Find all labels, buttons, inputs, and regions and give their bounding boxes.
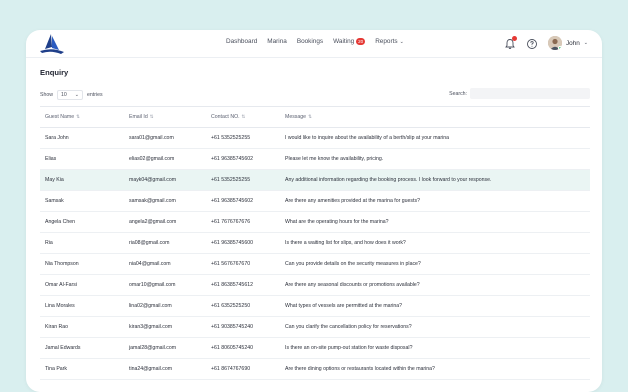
sort-icon: ⇅ bbox=[149, 114, 154, 119]
chevron-down-icon: ⌄ bbox=[399, 38, 404, 45]
guest-name-cell: Angela Chen bbox=[40, 211, 124, 233]
contact-cell: +61 5676767670 bbox=[206, 253, 280, 275]
table-row[interactable]: Omar Al-Farsi omar10@gmail.com +61 86385… bbox=[40, 274, 590, 296]
table-row[interactable]: Samsak samsak@gmail.com +61 96385745602 … bbox=[40, 190, 590, 212]
message-cell: Are there any amenities provided at the … bbox=[280, 190, 590, 212]
app-window: Dashboard Marina Bookings Waiting 20 Rep… bbox=[26, 30, 602, 392]
chevron-down-icon: ⌄ bbox=[583, 40, 588, 46]
contact-cell: +61 6352525250 bbox=[206, 295, 280, 317]
contact-cell: +61 96385745602 bbox=[206, 148, 280, 170]
help-icon bbox=[526, 39, 537, 49]
email-cell: samsak@gmail.com bbox=[124, 190, 206, 212]
table-row[interactable]: Nia Thompson nia04@gmail.com +61 5676767… bbox=[40, 253, 590, 275]
top-navbar: Dashboard Marina Bookings Waiting 20 Rep… bbox=[26, 30, 602, 58]
contact-cell: +61 5352525255 bbox=[206, 127, 280, 149]
message-cell: What types of vessels are permitted at t… bbox=[280, 295, 590, 317]
search-label: Search: bbox=[449, 90, 467, 97]
message-cell: Please let me know the availability, pri… bbox=[280, 148, 590, 170]
email-cell: angela2@gmail.com bbox=[124, 211, 206, 233]
enquiry-table: Guest Name ⇅ Email Id ⇅ Contact NO. ⇅ Messa… bbox=[40, 106, 590, 380]
email-cell: lina02@gmail.com bbox=[124, 295, 206, 317]
column-header-guest-name[interactable]: Guest Name ⇅ bbox=[40, 106, 124, 128]
entries-control: Show 10 ⌄ entries bbox=[40, 90, 103, 100]
guest-name-cell: Omar Al-Farsi bbox=[40, 274, 124, 296]
search-control: Search: bbox=[449, 88, 590, 99]
online-status-dot bbox=[557, 46, 562, 50]
notification-dot bbox=[511, 36, 517, 41]
nav-dashboard[interactable]: Dashboard bbox=[226, 38, 257, 45]
table-row[interactable]: Ria ria08@gmail.com +61 96385745600 Is t… bbox=[40, 232, 590, 254]
table-row-highlighted[interactable]: May Kia mayk04@gmail.com +61 5352525255 … bbox=[40, 169, 590, 191]
table-row[interactable]: Elias elias02@gmail.com +61 96385745602 … bbox=[40, 148, 590, 170]
table-row[interactable]: Angela Chen angela2@gmail.com +61 767676… bbox=[40, 211, 590, 233]
message-cell: Is there a waiting list for slips, and h… bbox=[280, 232, 590, 254]
contact-cell: +61 8674767690 bbox=[206, 358, 280, 380]
guest-name-cell: Ria bbox=[40, 232, 124, 254]
contact-cell: +61 86385745612 bbox=[206, 274, 280, 296]
nav-waiting[interactable]: Waiting 20 bbox=[333, 38, 366, 45]
guest-name-cell: Sara John bbox=[40, 127, 124, 149]
email-cell: nia04@gmail.com bbox=[124, 253, 206, 275]
contact-cell: +61 7676767676 bbox=[206, 211, 280, 233]
page-title: Enquiry bbox=[40, 68, 69, 77]
email-cell: ria08@gmail.com bbox=[124, 232, 206, 254]
table-row[interactable]: Tina Park tina24@gmail.com +61 867476769… bbox=[40, 358, 590, 380]
guest-name-cell: Tina Park bbox=[40, 358, 124, 380]
sailboat-logo-icon[interactable] bbox=[39, 33, 65, 55]
email-cell: omar10@gmail.com bbox=[124, 274, 206, 296]
table-row[interactable]: Lina Morales lina02@gmail.com +61 635252… bbox=[40, 295, 590, 317]
message-cell: Can you provide details on the security … bbox=[280, 253, 590, 275]
waiting-count-badge: 20 bbox=[356, 38, 366, 45]
table-row[interactable]: Jamal Edwards jamal28@gmail.com +61 8060… bbox=[40, 337, 590, 359]
guest-name-cell: Lina Morales bbox=[40, 295, 124, 317]
table-header-row: Guest Name ⇅ Email Id ⇅ Contact NO. ⇅ Messa… bbox=[40, 106, 590, 128]
main-nav: Dashboard Marina Bookings Waiting 20 Rep… bbox=[226, 38, 404, 45]
nav-bookings[interactable]: Bookings bbox=[297, 38, 323, 45]
guest-name-cell: Elias bbox=[40, 148, 124, 170]
notifications-button[interactable] bbox=[504, 36, 517, 49]
nav-marina[interactable]: Marina bbox=[267, 38, 287, 45]
sort-icon: ⇅ bbox=[308, 114, 312, 119]
column-header-message[interactable]: Message ⇅ bbox=[280, 106, 590, 128]
message-cell: Is there an on-site pump-out station for… bbox=[280, 337, 590, 359]
table-row[interactable]: Sara John sara01@gmail.com +61 535252525… bbox=[40, 127, 590, 149]
guest-name-cell: Nia Thompson bbox=[40, 253, 124, 275]
email-cell: elias02@gmail.com bbox=[124, 148, 206, 170]
email-cell: jamal28@gmail.com bbox=[124, 337, 206, 359]
contact-cell: +61 96385745600 bbox=[206, 232, 280, 254]
contact-cell: +61 90385745240 bbox=[206, 316, 280, 338]
table-controls: Show 10 ⌄ entries Search: bbox=[40, 88, 590, 102]
message-cell: I would like to inquire about the availa… bbox=[280, 127, 590, 149]
message-cell: What are the operating hours for the mar… bbox=[280, 211, 590, 233]
help-button[interactable] bbox=[526, 37, 538, 49]
email-cell: tina24@gmail.com bbox=[124, 358, 206, 380]
user-menu[interactable]: John ⌄ bbox=[547, 36, 588, 50]
message-cell: Are there any seasonal discounts or prom… bbox=[280, 274, 590, 296]
chevron-down-icon: ⌄ bbox=[74, 92, 79, 98]
contact-cell: +61 96385745602 bbox=[206, 190, 280, 212]
avatar bbox=[547, 36, 562, 50]
guest-name-cell: Kiran Rao bbox=[40, 316, 124, 338]
user-name: John bbox=[565, 39, 580, 47]
header-actions: John ⌄ bbox=[504, 36, 588, 50]
table-row[interactable]: Kiran Rao kiran3@gmail.com +61 903857452… bbox=[40, 316, 590, 338]
contact-cell: +61 80605745240 bbox=[206, 337, 280, 359]
search-input[interactable] bbox=[470, 88, 590, 99]
message-cell: Are there dining options or restaurants … bbox=[280, 358, 590, 380]
guest-name-cell: Samsak bbox=[40, 190, 124, 212]
column-header-contact[interactable]: Contact NO. ⇅ bbox=[206, 106, 280, 128]
sort-icon: ⇅ bbox=[241, 114, 246, 119]
nav-reports[interactable]: Reports ⌄ bbox=[375, 38, 404, 45]
email-cell: kiran3@gmail.com bbox=[124, 316, 206, 338]
email-cell: sara01@gmail.com bbox=[124, 127, 206, 149]
entries-select[interactable]: 10 ⌄ bbox=[56, 90, 83, 100]
guest-name-cell: Jamal Edwards bbox=[40, 337, 124, 359]
sort-icon: ⇅ bbox=[76, 114, 80, 119]
email-cell: mayk04@gmail.com bbox=[124, 169, 206, 191]
column-header-email[interactable]: Email Id ⇅ bbox=[124, 106, 206, 128]
message-cell: Can you clarify the cancellation policy … bbox=[280, 316, 590, 338]
contact-cell: +61 5352525255 bbox=[206, 169, 280, 191]
message-cell: Any additional information regarding the… bbox=[280, 169, 590, 191]
guest-name-cell: May Kia bbox=[40, 169, 124, 191]
